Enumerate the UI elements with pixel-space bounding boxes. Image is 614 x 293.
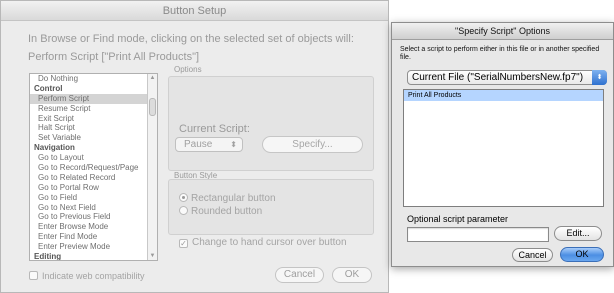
current-script-label: Current Script: bbox=[179, 123, 250, 135]
button-setup-ok-button[interactable]: OK bbox=[332, 267, 372, 283]
web-compatibility-label: Indicate web compatibility bbox=[42, 271, 145, 281]
button-setup-dialog: Button Setup In Browse or Find mode, cli… bbox=[0, 0, 389, 293]
file-popup[interactable]: Current File ("SerialNumbersNew.fp7") ⬍ bbox=[407, 70, 607, 85]
step-category: Editing bbox=[34, 252, 62, 261]
web-compatibility-checkbox[interactable]: Indicate web compatibility bbox=[29, 271, 145, 281]
file-popup-value: Current File ("SerialNumbersNew.fp7") bbox=[412, 72, 584, 83]
button-setup-description: In Browse or Find mode, clicking on the … bbox=[28, 33, 354, 45]
specify-script-title: "Specify Script" Options bbox=[392, 23, 613, 40]
empty-checkbox-icon bbox=[29, 271, 38, 280]
rounded-button-radio[interactable]: Rounded button bbox=[179, 206, 262, 217]
step-list-item[interactable]: Exit Script bbox=[30, 114, 157, 124]
pause-popup-value: Pause bbox=[184, 139, 213, 150]
step-list-item[interactable]: Go to Next Field bbox=[30, 203, 157, 213]
button-setup-title: Button Setup bbox=[1, 1, 388, 21]
script-list-item[interactable]: Print All Products bbox=[404, 90, 603, 101]
popup-arrows-icon: ⬍ bbox=[230, 140, 237, 149]
checkmark-icon: ✓ bbox=[179, 239, 188, 248]
step-category: Control bbox=[34, 83, 63, 93]
step-list-item[interactable]: Perform Script bbox=[30, 93, 157, 104]
rectangular-button-radio[interactable]: Rectangular button bbox=[179, 193, 276, 204]
step-list-scrollbar[interactable]: ▲ ▼ bbox=[147, 74, 157, 260]
radio-unselected-icon bbox=[179, 206, 188, 215]
step-list-item[interactable]: Do Nothing bbox=[30, 74, 157, 84]
step-list-scroll-thumb[interactable] bbox=[149, 98, 156, 116]
step-list-item[interactable]: Halt Script bbox=[30, 123, 157, 133]
edit-parameter-button[interactable]: Edit... bbox=[554, 226, 602, 241]
step-list-item[interactable]: Go to Portal Row bbox=[30, 183, 157, 193]
step-list-item[interactable]: Set Variable bbox=[30, 133, 157, 143]
radio-selected-icon bbox=[179, 193, 188, 202]
script-list[interactable]: Print All Products bbox=[403, 89, 604, 207]
step-list-item[interactable]: Go to Field bbox=[30, 193, 157, 203]
specify-button[interactable]: Specify... bbox=[262, 136, 363, 153]
step-category: Navigation bbox=[34, 143, 75, 153]
scroll-down-arrow-icon[interactable]: ▼ bbox=[148, 253, 157, 259]
pause-popup[interactable]: Pause ⬍ bbox=[175, 137, 243, 152]
options-group-label: Options bbox=[174, 65, 202, 74]
current-step-text: Perform Script ["Print All Products"] bbox=[28, 51, 200, 63]
specify-script-description: Select a script to perform either in thi… bbox=[400, 46, 600, 61]
step-list-item[interactable]: Resume Script bbox=[30, 104, 157, 114]
hand-cursor-label: Change to hand cursor over button bbox=[192, 237, 347, 248]
script-parameter-field[interactable] bbox=[407, 227, 549, 242]
popup-arrows-icon: ⬍ bbox=[592, 70, 607, 85]
step-list-item[interactable]: Go to Related Record bbox=[30, 173, 157, 183]
button-setup-cancel-button[interactable]: Cancel bbox=[275, 267, 324, 283]
step-list-item[interactable]: Enter Find Mode bbox=[30, 232, 157, 242]
scroll-up-arrow-icon[interactable]: ▲ bbox=[148, 75, 157, 81]
step-list-item[interactable]: Go to Layout bbox=[30, 153, 157, 163]
specify-script-dialog: "Specify Script" Options Select a script… bbox=[391, 22, 614, 267]
rounded-button-label: Rounded button bbox=[191, 206, 263, 217]
step-list-item[interactable]: Enter Browse Mode bbox=[30, 222, 157, 232]
step-list-item[interactable]: Enter Preview Mode bbox=[30, 242, 157, 252]
rectangular-button-label: Rectangular button bbox=[191, 193, 276, 204]
script-parameter-label: Optional script parameter bbox=[407, 214, 509, 224]
script-step-list[interactable]: Do Nothing Control Perform Script Resume Sc… bbox=[29, 73, 158, 261]
hand-cursor-checkbox[interactable]: ✓ Change to hand cursor over button bbox=[179, 237, 347, 248]
ok-button[interactable]: OK bbox=[560, 247, 604, 262]
step-list-item[interactable]: Go to Previous Field bbox=[30, 212, 157, 222]
cancel-button[interactable]: Cancel bbox=[512, 248, 553, 262]
step-list-item[interactable]: Go to Record/Request/Page bbox=[30, 163, 157, 173]
